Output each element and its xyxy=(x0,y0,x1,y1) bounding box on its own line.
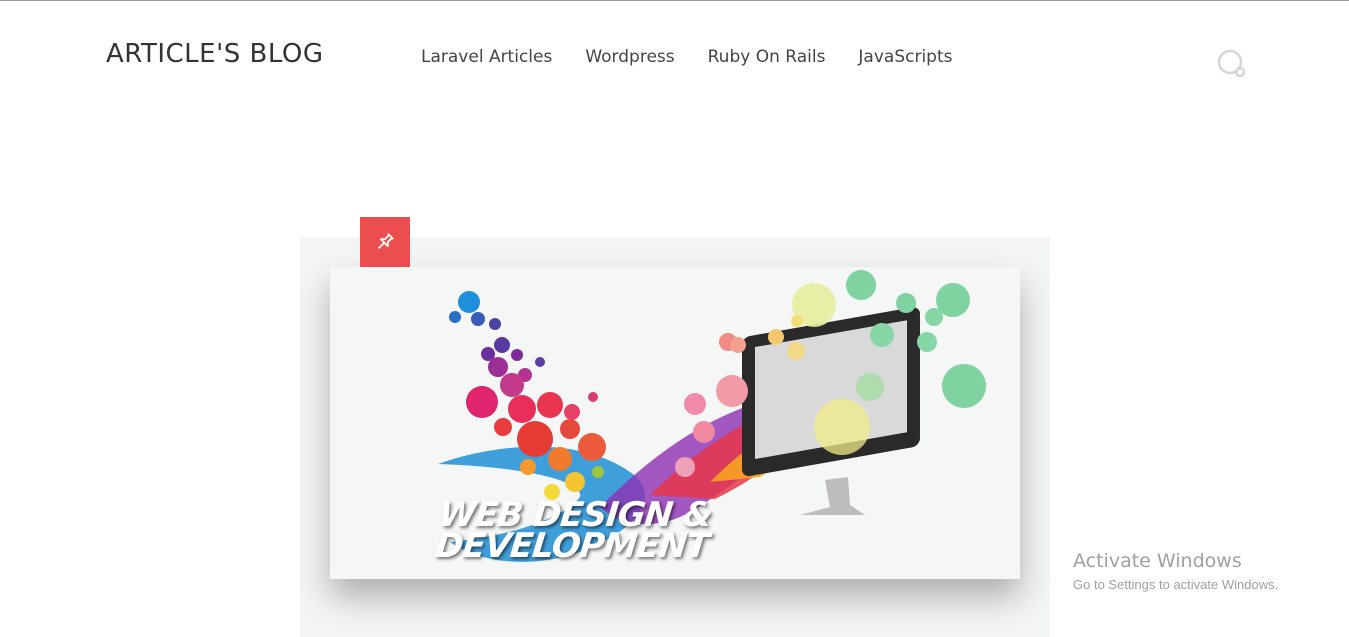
watermark-subtitle: Go to Settings to activate Windows. xyxy=(1073,577,1279,592)
search-button[interactable] xyxy=(1217,49,1247,79)
nav-item-wordpress[interactable]: Wordpress xyxy=(585,47,674,67)
windows-activation-watermark: Activate Windows Go to Settings to activ… xyxy=(1073,550,1278,592)
site-title[interactable]: ARTICLE'S BLOG xyxy=(106,39,324,69)
nav-item-ruby-on-rails[interactable]: Ruby On Rails xyxy=(708,47,826,67)
main-nav: Laravel Articles Wordpress Ruby On Rails… xyxy=(421,47,953,67)
nav-item-javascripts[interactable]: JavaScripts xyxy=(858,47,952,67)
nav-item-laravel-articles[interactable]: Laravel Articles xyxy=(421,47,552,67)
search-icon xyxy=(1217,49,1246,78)
caption-line-2: DEVELOPMENT xyxy=(433,526,711,566)
sticky-post-badge xyxy=(360,217,410,267)
featured-image[interactable]: WEB DESIGN & DEVELOPMENT xyxy=(330,267,1020,579)
watermark-title: Activate Windows xyxy=(1073,550,1242,572)
top-divider xyxy=(0,0,1349,1)
featured-image-caption: WEB DESIGN & DEVELOPMENT xyxy=(433,495,713,566)
pin-icon xyxy=(377,233,394,250)
